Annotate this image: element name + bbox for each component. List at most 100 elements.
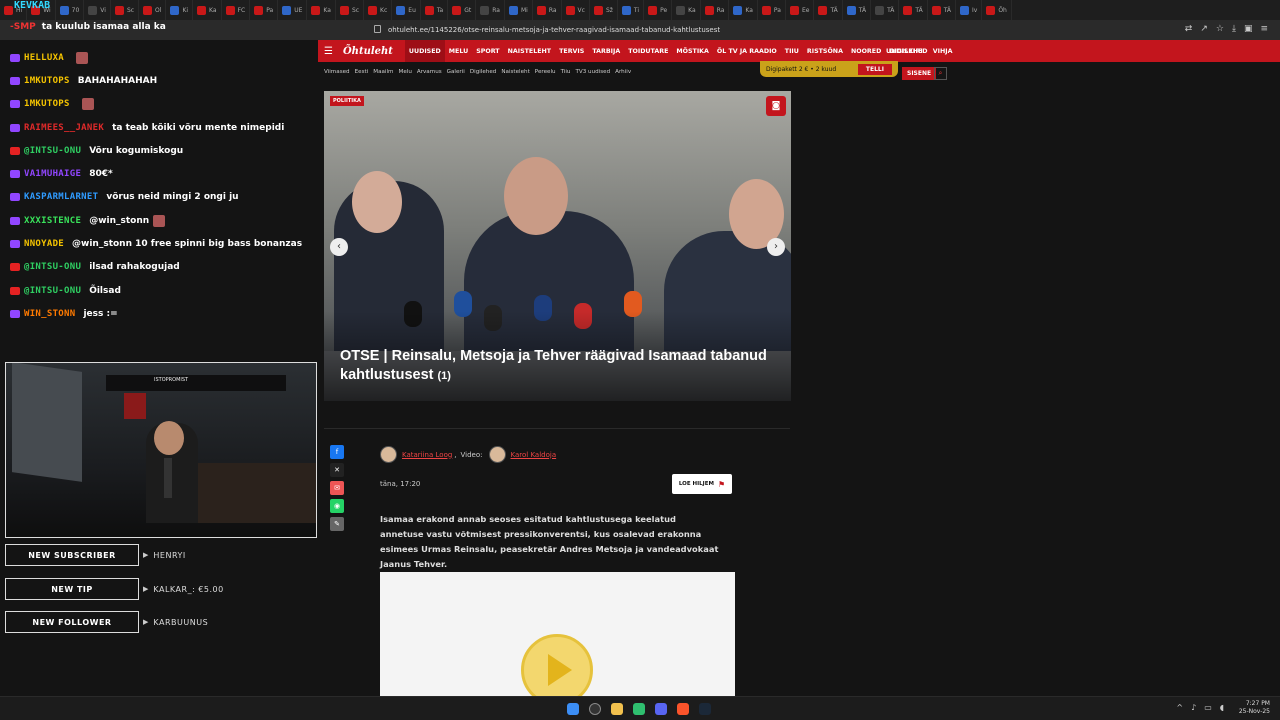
promo-banner[interactable]: Digipakett 2 € • 2 kuud TELLI [760, 61, 898, 77]
browser-tab[interactable]: Iv [956, 0, 983, 20]
email-icon[interactable]: ✉ [330, 481, 344, 495]
browser-tab[interactable]: Sc [336, 0, 365, 20]
app-icon[interactable] [633, 703, 645, 715]
nav-right-item[interactable]: VIHJA [933, 48, 953, 55]
browser-tab[interactable]: Ol [139, 0, 167, 20]
author-link[interactable]: Karol Kaldoja [511, 451, 557, 459]
browser-tab[interactable]: Ka [193, 0, 222, 20]
address-bar[interactable]: ohtuleht.ee/1145226/otse-reinsalu-metsoj… [0, 20, 1280, 40]
hamburger-icon[interactable]: ☰ [324, 46, 333, 57]
browser-tab[interactable]: Eu [392, 0, 421, 20]
browser-tab[interactable]: Ti [618, 0, 645, 20]
browser-tab[interactable]: TÄ [928, 0, 956, 20]
search-icon[interactable] [589, 703, 601, 715]
nav-item[interactable]: MELU [445, 48, 472, 55]
nav-item[interactable]: UUDISED [404, 40, 445, 62]
author-link[interactable]: Katariina Loog [402, 451, 452, 459]
subnav-item[interactable]: Arvamus [417, 69, 442, 75]
camera-icon[interactable]: ◙ [766, 96, 786, 116]
browser-tab[interactable]: TÄ [814, 0, 843, 20]
nav-item[interactable]: TOIDUTARE [624, 48, 672, 55]
url-text[interactable]: ohtuleht.ee/1145226/otse-reinsalu-metsoj… [388, 26, 720, 34]
browser-tab[interactable]: Ka [307, 0, 336, 20]
bookmark-icon[interactable]: ☆ [1216, 24, 1224, 34]
subnav-item[interactable]: Viimased [324, 69, 350, 75]
browser-tab[interactable]: TÄ [871, 0, 900, 20]
read-later-button[interactable]: LOE HILJEM ⚑ [672, 474, 732, 494]
whatsapp-icon[interactable]: ◉ [330, 499, 344, 513]
discord-icon[interactable] [655, 703, 667, 715]
subnav-item[interactable]: Galerii [447, 69, 465, 75]
network-icon[interactable]: ▭ [1204, 703, 1212, 712]
browser-tab[interactable]: UE [278, 0, 308, 20]
nav-item[interactable]: ÕL TV JA RAADIO [713, 48, 781, 55]
facebook-icon[interactable]: f [330, 445, 344, 459]
browser-tab[interactable]: Ee [786, 0, 815, 20]
browser-tab[interactable]: Sc [111, 0, 140, 20]
browser-tab[interactable]: Mi [505, 0, 533, 20]
browser-tab[interactable]: Ta [421, 0, 449, 20]
nav-item[interactable]: TARBIJA [588, 48, 624, 55]
file-explorer-icon[interactable] [611, 703, 623, 715]
nav-right-item[interactable]: UUDISKIRI [886, 48, 923, 55]
browser-tab[interactable]: Ra [533, 0, 562, 20]
browser-tab[interactable]: Ra [701, 0, 730, 20]
prev-arrow-icon[interactable]: ‹ [330, 238, 348, 256]
browser-tab[interactable]: FC [222, 0, 251, 20]
next-arrow-icon[interactable]: › [767, 238, 785, 256]
subnav-item[interactable]: Eesti [355, 69, 369, 75]
nav-item[interactable]: RISTSÕNA [803, 48, 847, 55]
subnav-item[interactable]: Digilehed [470, 69, 497, 75]
share-icon[interactable]: ↗ [1200, 24, 1208, 34]
volume-icon[interactable]: ◖ [1220, 703, 1224, 712]
browser-tab[interactable]: Vi [84, 0, 111, 20]
subnav-item[interactable]: Arhiiv [615, 69, 631, 75]
subnav-item[interactable]: Naisteleht [501, 69, 529, 75]
browser-tab[interactable]: 70 [56, 0, 85, 20]
browser-tab[interactable]: Vc [562, 0, 590, 20]
nav-item[interactable]: SPORT [472, 48, 503, 55]
menu-icon[interactable]: ≡ [1260, 24, 1268, 34]
browser-tab[interactable]: TÄ [899, 0, 928, 20]
browser-tab[interactable]: Pa [250, 0, 279, 20]
nav-item[interactable]: NOORED [847, 48, 885, 55]
windows-start-icon[interactable] [567, 703, 579, 715]
category-badge[interactable]: POLIITIKA [330, 96, 364, 106]
translate-icon[interactable]: ⇄ [1185, 24, 1193, 34]
browser-tab[interactable]: Pa [758, 0, 786, 20]
browser-tab[interactable]: Ka [672, 0, 701, 20]
download-icon[interactable]: ⤓ [1232, 24, 1236, 34]
browser-tab[interactable]: Ka [729, 0, 758, 20]
subnav-item[interactable]: Melu [399, 69, 412, 75]
search-icon[interactable]: ⌕ [934, 67, 947, 80]
clock[interactable]: 7:27 PM 25-Nov-25 [1239, 700, 1270, 716]
hero-image[interactable]: POLIITIKA ◙ ‹ › OTSE | Reinsalu, Metsoja… [324, 91, 791, 401]
login-button[interactable]: SISENE [902, 67, 937, 80]
subscribe-button[interactable]: TELLI [857, 63, 892, 75]
chevron-up-icon[interactable]: ^ [1176, 703, 1183, 712]
browser-tab[interactable]: Pe [644, 0, 673, 20]
browser-tab[interactable]: Sž [590, 0, 618, 20]
subnav-item[interactable]: Pereelu [535, 69, 556, 75]
extensions-icon[interactable]: ▣ [1244, 24, 1253, 34]
subnav-item[interactable]: TV3 uudised [575, 69, 610, 75]
subnav-item[interactable]: Tiiu [561, 69, 571, 75]
browser-tab[interactable]: TÄ [843, 0, 872, 20]
mic-icon[interactable]: ♪ [1191, 703, 1196, 712]
nav-item[interactable]: MÕSTIKA [672, 48, 713, 55]
nav-item[interactable]: TERVIS [555, 48, 588, 55]
browser-tab[interactable]: Õh [982, 0, 1012, 20]
subnav-item[interactable]: Maailm [373, 69, 393, 75]
browser-tab[interactable]: Kc [364, 0, 393, 20]
brave-icon[interactable] [677, 703, 689, 715]
steam-icon[interactable] [699, 703, 711, 715]
browser-tab[interactable]: Ra [476, 0, 505, 20]
browser-tab[interactable]: Ki [166, 0, 194, 20]
site-logo[interactable]: Õhtuleht [343, 46, 393, 57]
video-player[interactable] [380, 572, 735, 706]
nav-item[interactable]: NAISTELEHT [504, 48, 556, 55]
edit-icon[interactable]: ✎ [330, 517, 344, 531]
x-icon[interactable]: ✕ [330, 463, 344, 477]
browser-tab[interactable]: Gt [448, 0, 477, 20]
nav-item[interactable]: TIIU [781, 48, 803, 55]
